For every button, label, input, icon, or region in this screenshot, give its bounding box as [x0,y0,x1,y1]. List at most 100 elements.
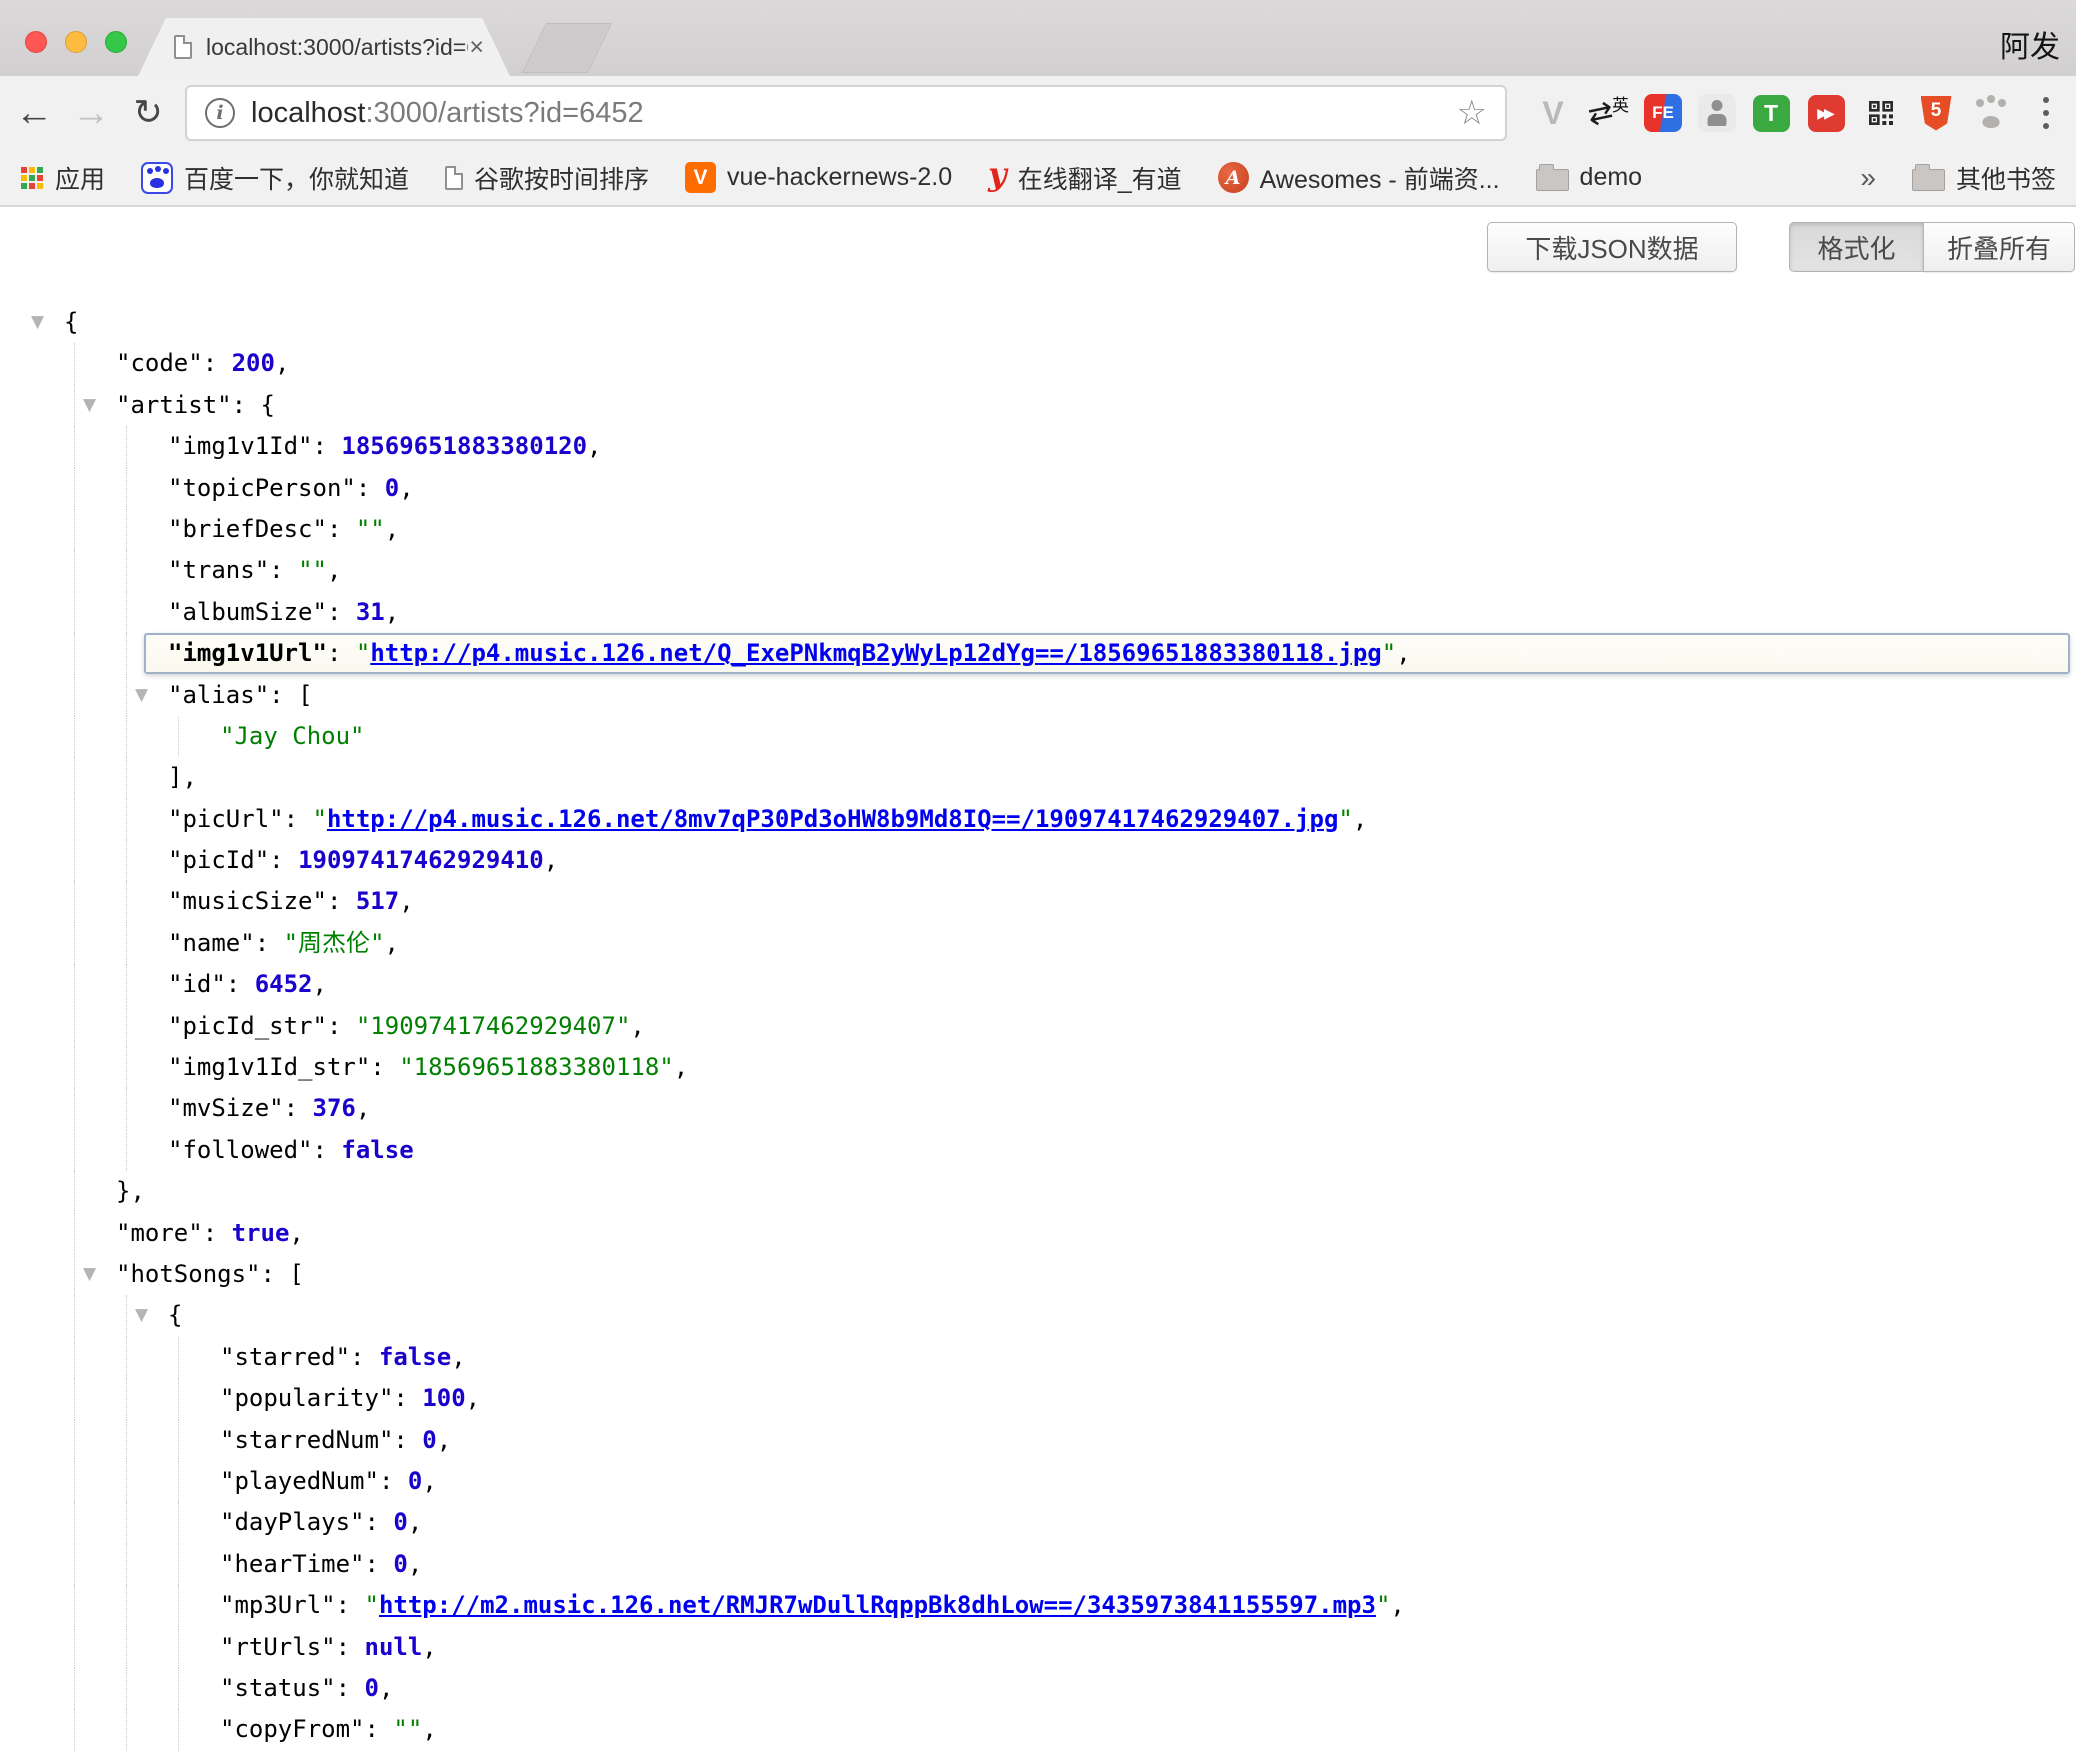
indent-guide [74,1088,75,1129]
indent-guide [178,1544,179,1585]
json-token: , [399,887,413,915]
indent-guide [74,509,75,550]
json-token: "trans" [168,556,269,584]
json-token: "artist" [116,391,232,419]
forward-icon[interactable] [71,89,111,137]
json-link[interactable]: http://m2.music.126.net/RMJR7wDullRqppBk… [379,1591,1376,1619]
menu-dots-icon[interactable] [2026,93,2066,133]
collapse-toggle-icon[interactable]: ▼ [83,385,96,426]
json-token: " [1338,805,1352,833]
indent-guide [74,1295,75,1336]
qrcode-icon[interactable] [1861,93,1901,133]
address-bar[interactable]: i localhost:3000/artists?id=6452 [185,85,1507,141]
indent-guide [178,1668,179,1709]
page-info-icon[interactable]: i [205,98,235,128]
json-token: "rtUrls" [220,1633,336,1661]
json-token: false [379,1343,451,1371]
json-token: , [356,1094,370,1122]
download-json-button[interactable]: 下载JSON数据 [1487,222,1737,272]
json-token: "picId" [168,846,269,874]
reload-icon[interactable] [128,89,168,137]
bookmark-baidu[interactable]: 百度一下，你就知道 [141,160,409,196]
json-link[interactable]: http://p4.music.126.net/Q_ExePNkmqB2yWyL… [370,639,1381,667]
bookmark-star-icon[interactable] [1457,93,1487,133]
indent-guide [74,1585,75,1626]
bookmark-vue-hackernews[interactable]: vue-hackernews-2.0 [685,162,952,193]
collapse-toggle-icon[interactable]: ▼ [83,1254,96,1295]
player-icon[interactable] [1808,95,1845,132]
indent-guide [74,1502,75,1543]
json-token: "starredNum" [220,1426,393,1454]
bookmarks-overflow-chevron[interactable]: » [1860,162,1876,194]
indent-guide [74,1627,75,1668]
minimize-window-button[interactable] [65,31,87,53]
translate-icon[interactable] [1588,93,1628,133]
json-line: "img1v1Url": "http://p4.music.126.net/Q_… [0,633,2076,674]
fe-helper-icon[interactable] [1644,94,1682,132]
json-token: : [327,1012,356,1040]
json-token: : [379,1467,408,1495]
json-line: "Jay Chou" [0,716,2076,757]
new-tab-button[interactable] [522,23,612,73]
json-token: 100 [422,1384,465,1412]
json-token: : [269,681,298,709]
indent-guide [74,716,75,757]
json-token: "img1v1Id" [168,432,313,460]
json-token: : [393,1426,422,1454]
json-token: 31 [356,598,385,626]
json-token: true [232,1219,290,1247]
other-bookmarks[interactable]: 其他书签 [1912,160,2056,196]
json-token: : [327,598,356,626]
json-line: "topicPerson": 0, [0,468,2076,509]
bookmark-apps[interactable]: 应用 [20,160,105,196]
collapse-toggle-icon[interactable]: ▼ [31,302,44,343]
json-token: : [261,1260,290,1288]
json-token: "" [356,515,385,543]
vue-devtools-icon[interactable] [1533,93,1573,133]
json-line: "img1v1Id_str": "18569651883380118", [0,1047,2076,1088]
html5-icon[interactable] [1921,96,1952,131]
zoom-window-button[interactable] [105,31,127,53]
json-line: "dayPlays": 0, [0,1502,2076,1543]
json-line: "code": 200, [0,343,2076,384]
json-token: : [269,556,298,584]
json-link[interactable]: http://p4.music.126.net/8mv7qP30Pd3oHW8b… [327,805,1338,833]
back-icon[interactable] [14,89,54,137]
json-line: "id": 6452, [0,964,2076,1005]
browser-tab[interactable]: localhost:3000/artists?id=645 × [138,18,510,76]
collapse-toggle-icon[interactable]: ▼ [135,1295,148,1336]
indent-guide [126,1709,127,1750]
json-token: [ [298,681,312,709]
json-line: }, [0,1171,2076,1212]
awesomes-icon [1218,162,1249,193]
json-token: 0 [393,1508,407,1536]
json-token: "followed" [168,1136,313,1164]
json-token: "topicPerson" [168,474,356,502]
indent-guide [74,1213,75,1254]
collapse-toggle-icon[interactable]: ▼ [135,675,148,716]
bookmark-youdao[interactable]: 在线翻译_有道 [988,160,1182,196]
json-token: "hotSongs" [116,1260,261,1288]
json-token: "playedNum" [220,1467,379,1495]
paw-icon[interactable] [1971,93,2011,133]
format-button[interactable]: 格式化 [1789,222,1923,272]
apps-grid-icon [20,166,44,190]
url-path: :3000/artists?id=6452 [365,97,643,129]
json-line: "copyFrom": "", [0,1709,2076,1750]
indent-guide [126,1461,127,1502]
collapse-all-button[interactable]: 折叠所有 [1923,222,2075,272]
bookmark-google-sort[interactable]: 谷歌按时间排序 [445,160,649,196]
indent-guide [126,468,127,509]
json-line: ▼{ [0,1295,2076,1336]
tampermonkey-icon[interactable] [1753,95,1790,132]
tab-strip: localhost:3000/artists?id=645 × 阿发 [0,0,2076,76]
bookmark-awesomes[interactable]: Awesomes - 前端资... [1218,160,1500,196]
json-line: "picUrl": "http://p4.music.126.net/8mv7q… [0,799,2076,840]
json-token: , [437,1426,451,1454]
tab-close-icon[interactable]: × [469,18,484,76]
json-token: , [422,1715,436,1743]
proxy-icon[interactable] [1698,94,1736,132]
close-window-button[interactable] [25,31,47,53]
json-token: : [327,639,356,667]
bookmark-demo-folder[interactable]: demo [1536,163,1643,192]
